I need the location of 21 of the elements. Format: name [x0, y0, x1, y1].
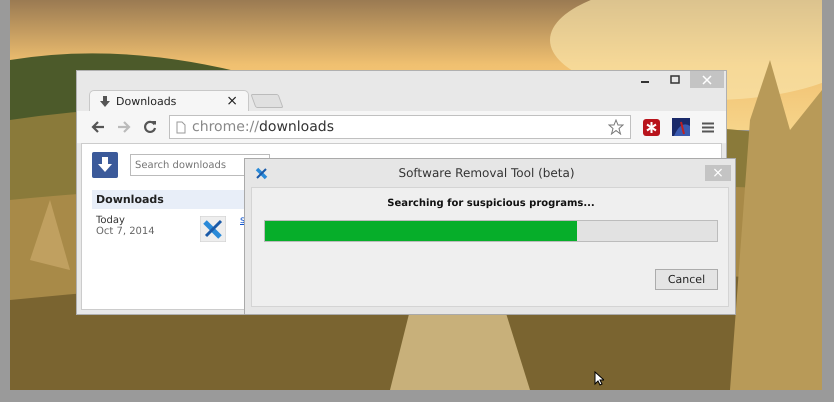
- tools-icon: [255, 166, 268, 180]
- status-message: Searching for suspicious programs...: [386, 198, 596, 209]
- dialog-title: Software Removal Tool (beta): [397, 166, 576, 180]
- browser-tab[interactable]: Downloads ×: [89, 90, 249, 111]
- close-icon: [702, 74, 712, 84]
- asterisk-icon[interactable]: [643, 118, 660, 136]
- star-icon[interactable]: [608, 119, 624, 135]
- tools-icon: [200, 216, 226, 242]
- maximize-icon[interactable]: [670, 74, 680, 84]
- download-icon: [100, 96, 110, 106]
- date-text: Oct 7, 2014: [96, 226, 156, 237]
- page-icon: [176, 120, 186, 134]
- back-icon[interactable]: [91, 121, 105, 133]
- cancel-button[interactable]: Cancel: [655, 269, 718, 290]
- address-bar[interactable]: chrome://downloads: [169, 115, 631, 139]
- close-tab-button[interactable]: ×: [226, 93, 238, 109]
- cursor-icon: [594, 371, 604, 386]
- reload-icon[interactable]: [143, 120, 157, 134]
- date-label: Today: [96, 215, 126, 226]
- downloads-logo-icon: [92, 152, 118, 178]
- menu-icon[interactable]: [702, 122, 714, 132]
